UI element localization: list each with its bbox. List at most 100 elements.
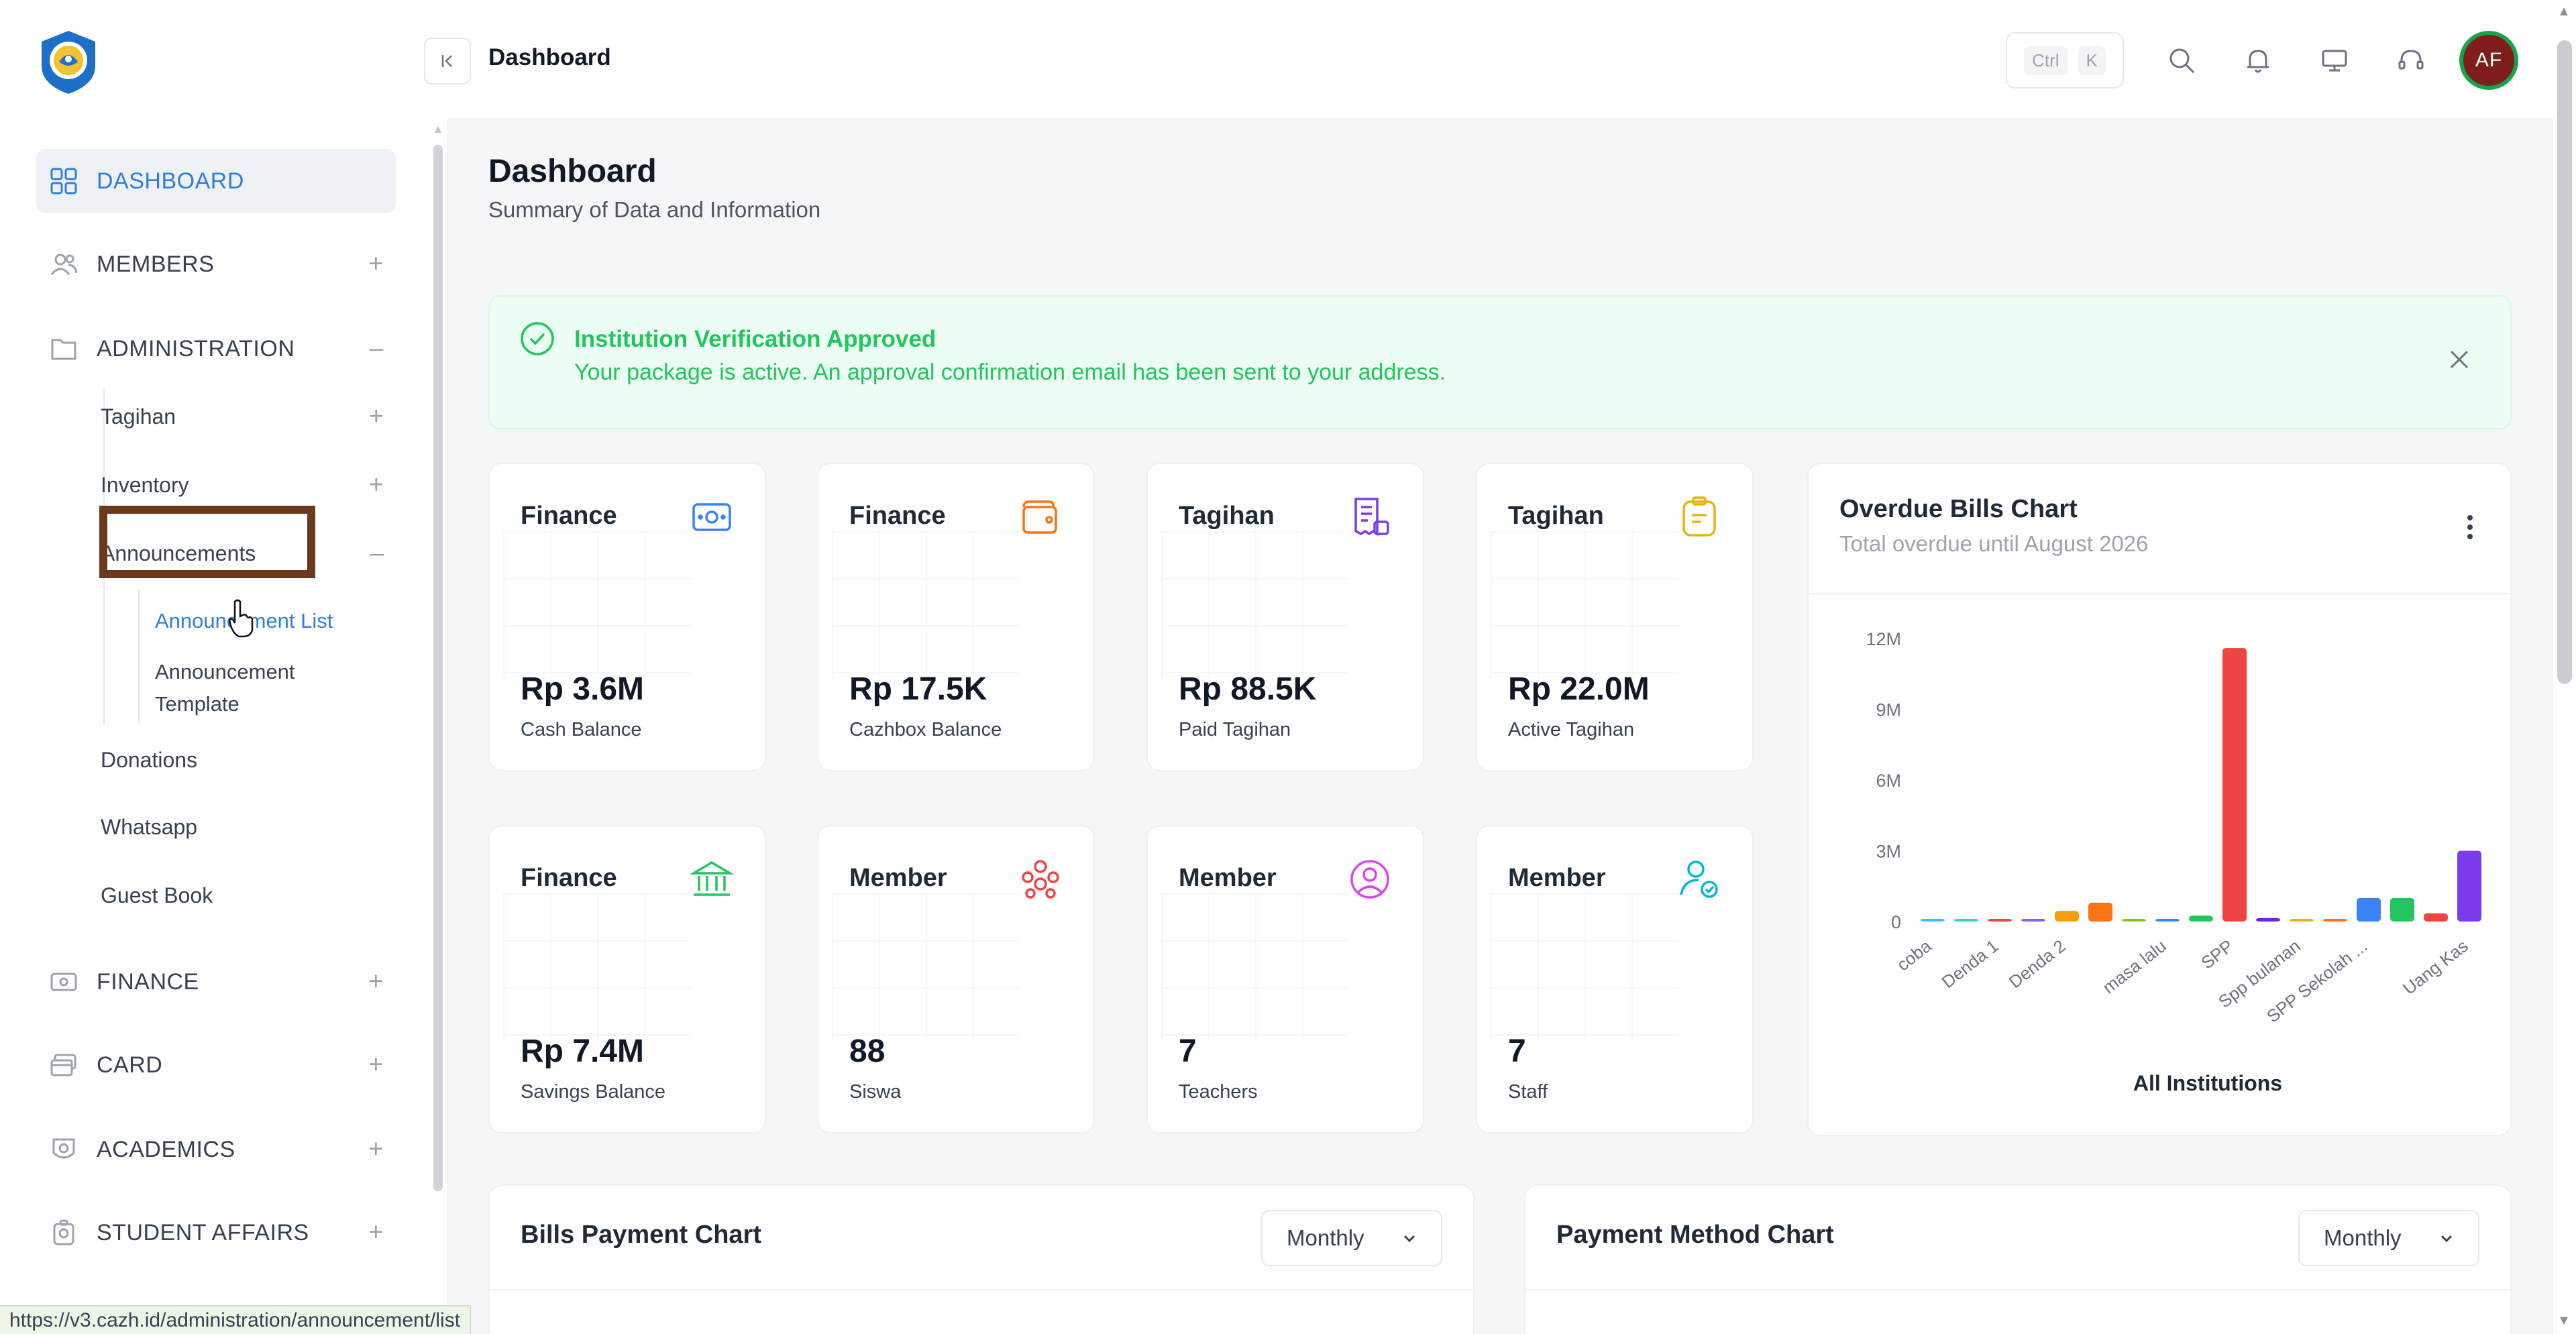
card-category: Member xyxy=(1508,864,1606,892)
more-vertical-icon[interactable] xyxy=(2466,514,2474,541)
scroll-down-arrow-icon[interactable]: ▼ xyxy=(2557,1313,2571,1329)
collapse-icon[interactable]: – xyxy=(370,539,384,568)
sidebar-item-academics[interactable]: ACADEMICS + xyxy=(36,1117,396,1182)
expand-icon[interactable]: + xyxy=(368,968,384,997)
y-tick-label: 9M xyxy=(1876,700,1901,720)
card-category: Member xyxy=(849,864,947,892)
card-value: 7 xyxy=(1508,1034,1526,1069)
chart-bar xyxy=(2290,919,2314,922)
sidebar-item-members[interactable]: MEMBERS + xyxy=(36,232,396,296)
sidebar-subitem-tagihan[interactable]: Tagihan + xyxy=(101,393,396,440)
user-avatar[interactable]: AF xyxy=(2459,31,2518,90)
y-tick-label: 6M xyxy=(1876,771,1901,791)
stat-card-cazhbox-balance[interactable]: Finance Rp 17.5K Cazhbox Balance xyxy=(817,463,1095,771)
close-icon[interactable] xyxy=(2445,345,2474,374)
select-value: Monthly xyxy=(2324,1225,2402,1250)
x-tick-label: coba xyxy=(1893,936,1935,975)
period-select[interactable]: Monthly xyxy=(2298,1210,2479,1266)
chart-bar xyxy=(2088,902,2112,922)
user-check-icon xyxy=(1680,860,1718,898)
subitem-label: Whatsapp xyxy=(101,814,198,839)
kbd-ctrl: Ctrl xyxy=(2024,46,2068,75)
sidebar-item-administration[interactable]: ADMINISTRATION – xyxy=(36,317,396,381)
chart-bar xyxy=(1921,919,1945,922)
chart-bar xyxy=(2390,897,2414,922)
sidebar-item-student-affairs[interactable]: STUDENT AFFAIRS + xyxy=(36,1201,396,1265)
card-label: Teachers xyxy=(1179,1081,1258,1103)
select-value: Monthly xyxy=(1287,1225,1364,1250)
divider xyxy=(1525,1289,2510,1290)
expand-icon[interactable]: + xyxy=(369,402,384,431)
stat-card-siswa[interactable]: Member 88 Siswa xyxy=(817,825,1095,1133)
card-pattern xyxy=(1161,893,1349,1041)
sidebar-link-announcement-list[interactable]: Announcement List xyxy=(155,605,383,637)
cash-icon xyxy=(692,503,731,531)
stat-card-staff[interactable]: Member 7 Staff xyxy=(1476,825,1754,1133)
sidebar-item-label: ACADEMICS xyxy=(97,1136,235,1162)
sidebar-subitem-whatsapp[interactable]: Whatsapp xyxy=(101,803,396,850)
expand-icon[interactable]: + xyxy=(369,471,384,500)
bell-icon[interactable] xyxy=(2239,42,2277,79)
stat-card-savings-balance[interactable]: Finance Rp 7.4M Savings Balance xyxy=(488,825,766,1133)
collapse-sidebar-button[interactable] xyxy=(424,38,471,85)
sidebar-item-label: MEMBERS xyxy=(97,251,215,277)
stat-card-teachers[interactable]: Member 7 Teachers xyxy=(1146,825,1424,1133)
headset-icon[interactable] xyxy=(2392,42,2430,79)
stat-card-active-tagihan[interactable]: Tagihan Rp 22.0M Active Tagihan xyxy=(1476,463,1754,771)
card-category: Member xyxy=(1179,864,1277,892)
user-circle-icon xyxy=(1350,860,1389,899)
chart-bar xyxy=(2055,911,2079,922)
card-pattern xyxy=(832,531,1020,679)
scroll-up-arrow-icon[interactable]: ▲ xyxy=(432,122,444,136)
card-label: Cazhbox Balance xyxy=(849,719,1002,740)
chart-bar xyxy=(2323,919,2347,922)
monitor-icon[interactable] xyxy=(2316,42,2353,79)
sidebar-subitem-inventory[interactable]: Inventory + xyxy=(101,461,396,508)
sidebar-scrollbar[interactable] xyxy=(433,145,443,1191)
stat-card-cash-balance[interactable]: Finance Rp 3.6M Cash Balance xyxy=(488,463,766,771)
page-scrollbar-thumb[interactable] xyxy=(2557,40,2572,684)
status-bar-url: https://v3.cazh.id/administration/announ… xyxy=(0,1305,472,1334)
x-tick-label: Denda 1 xyxy=(1938,936,2002,992)
link-label-line: Template xyxy=(155,692,239,716)
stat-card-paid-tagihan[interactable]: Tagihan Rp 88.5K Paid Tagihan xyxy=(1146,463,1424,771)
wallet-icon xyxy=(1022,500,1057,534)
users-icon xyxy=(48,249,79,280)
sidebar: DASHBOARD MEMBERS + ADMINISTRATION – Tag… xyxy=(0,0,447,1334)
card-category: Tagihan xyxy=(1179,502,1275,530)
expand-icon[interactable]: + xyxy=(368,250,384,279)
clipboard-icon xyxy=(1682,496,1716,537)
cash-icon xyxy=(48,966,79,997)
sidebar-link-announcement-template[interactable]: Announcement Template xyxy=(155,656,383,720)
kbd-k: K xyxy=(2078,46,2106,75)
sidebar-item-card[interactable]: CARD + xyxy=(36,1033,396,1097)
scroll-up-arrow-icon[interactable]: ▲ xyxy=(2557,4,2571,19)
card-category: Tagihan xyxy=(1508,502,1604,530)
sidebar-subitem-guest-book[interactable]: Guest Book xyxy=(101,872,396,919)
period-select[interactable]: Monthly xyxy=(1261,1210,1442,1266)
sidebar-item-dashboard[interactable]: DASHBOARD xyxy=(36,149,396,213)
command-shortcut-button[interactable]: Ctrl K xyxy=(2006,32,2124,89)
subitem-label: Guest Book xyxy=(101,883,213,907)
check-circle-icon xyxy=(521,322,554,355)
expand-icon[interactable]: + xyxy=(368,1135,384,1164)
institution-logo[interactable] xyxy=(35,28,102,95)
expand-icon[interactable]: + xyxy=(368,1219,384,1247)
subitem-label: Inventory xyxy=(101,472,189,497)
y-tick-label: 0 xyxy=(1891,912,1901,932)
link-label-line: Announcement xyxy=(155,660,295,683)
sidebar-item-label: CARD xyxy=(97,1052,163,1078)
collapse-left-icon xyxy=(441,55,452,67)
group-icon xyxy=(1022,860,1059,899)
expand-icon[interactable]: + xyxy=(368,1051,384,1080)
collapse-icon[interactable]: – xyxy=(369,335,384,364)
search-icon[interactable] xyxy=(2163,42,2200,79)
card-pattern xyxy=(1491,893,1678,1041)
sidebar-subitem-donations[interactable]: Donations xyxy=(101,736,396,783)
verification-alert: Institution Verification Approved Your p… xyxy=(488,295,2512,429)
sidebar-item-label: DASHBOARD xyxy=(97,168,244,194)
card-value: 88 xyxy=(849,1034,885,1069)
subitem-label: Donations xyxy=(101,747,198,772)
page-title: Dashboard xyxy=(488,154,657,189)
sidebar-item-finance[interactable]: FINANCE + xyxy=(36,950,396,1014)
